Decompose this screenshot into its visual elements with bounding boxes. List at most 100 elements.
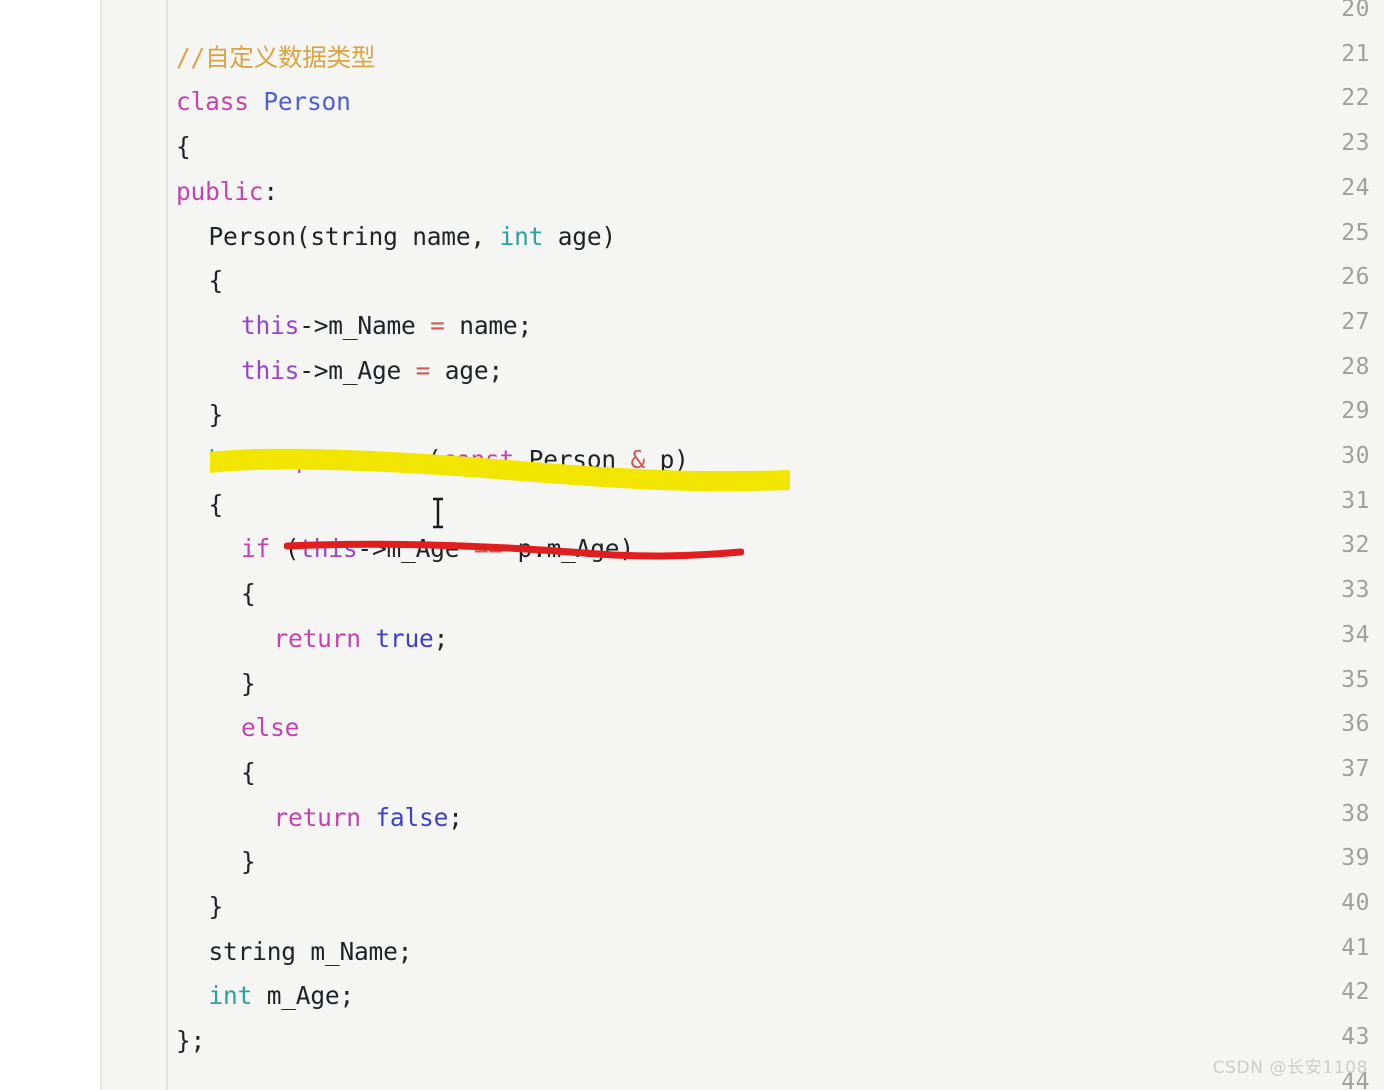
code-line[interactable]: return false; (273, 802, 463, 832)
code-line[interactable]: } (241, 668, 256, 698)
line-number: 36 (1341, 711, 1370, 738)
code-line[interactable]: public: (176, 176, 278, 206)
left-white-margin (0, 0, 100, 1090)
code-token: public (176, 176, 264, 206)
code-line[interactable]: class Person (176, 90, 351, 115)
code-token: true (375, 623, 434, 653)
code-token: } (241, 847, 256, 877)
code-token: p) (645, 445, 689, 474)
code-token: Person (514, 445, 631, 474)
code-token: this (241, 310, 300, 340)
code-line[interactable]: int m_Age; (209, 984, 355, 1009)
code-token: p.m_Age) (502, 534, 634, 564)
code-token: ( (426, 445, 442, 474)
code-token: false (375, 802, 449, 832)
line-number: 22 (1341, 85, 1370, 112)
code-token: return (273, 802, 362, 832)
code-token: string m_Name; (208, 936, 413, 966)
code-token: return (273, 623, 362, 653)
code-line[interactable]: bool operator==(const Person & p) (208, 445, 689, 474)
code-token: this (299, 534, 358, 564)
code-editor-screenshot: 20 21 22 23 24 25 26 27 28 29 30 31 32 33 34 35 36 37 38 39… (0, 0, 1384, 1090)
code-line[interactable]: { (176, 132, 191, 162)
code-line[interactable]: return true; (273, 623, 449, 653)
code-token: ->m_Age (299, 355, 416, 385)
code-token: Person(string name, (208, 221, 500, 251)
code-token: } (208, 892, 224, 921)
code-token: == (397, 445, 427, 474)
code-token: ; (448, 802, 463, 832)
code-token: = (430, 310, 445, 340)
code-line[interactable]: else (241, 715, 299, 741)
code-token: m_Age; (252, 981, 355, 1011)
code-line[interactable]: } (208, 892, 224, 921)
code-token: bool (208, 445, 267, 474)
line-number: 31 (1341, 487, 1370, 514)
code-token: }; (176, 1026, 206, 1056)
code-token: int (208, 981, 253, 1011)
code-line[interactable]: { (208, 489, 224, 519)
code-line[interactable]: } (241, 850, 256, 875)
code-token: ->m_Name (299, 310, 431, 340)
line-number: 39 (1341, 845, 1370, 872)
code-token: int (499, 221, 544, 251)
line-number: 34 (1341, 621, 1370, 648)
line-number: 38 (1341, 800, 1370, 827)
code-token: name; (444, 310, 533, 340)
code-line[interactable]: Person(string name, int age) (208, 221, 617, 251)
code-token: age; (430, 355, 503, 385)
line-number: 27 (1341, 308, 1370, 335)
code-line[interactable]: { (241, 757, 256, 787)
code-token: { (241, 757, 256, 787)
code-token: age) (543, 221, 616, 251)
code-line[interactable]: }; (176, 1026, 206, 1056)
code-token: { (241, 579, 256, 609)
code-line[interactable]: { (241, 579, 256, 609)
line-number: 23 (1341, 130, 1370, 157)
line-number: 26 (1341, 264, 1370, 291)
line-number: 32 (1341, 532, 1370, 559)
code-token: ->m_Age (357, 534, 474, 564)
line-number: 20 (1341, 0, 1370, 22)
code-token: { (208, 489, 224, 519)
code-token: & (630, 445, 646, 474)
code-token: this (241, 355, 300, 385)
code-line[interactable]: this->m_Age = age; (241, 355, 503, 385)
line-number: 33 (1341, 577, 1370, 604)
code-token: operator (281, 445, 398, 474)
line-number: 35 (1341, 666, 1370, 693)
code-token: } (241, 668, 256, 698)
code-token: = (415, 355, 431, 385)
code-token: if (241, 534, 271, 564)
code-line[interactable]: if (this->m_Age == p.m_Age) (241, 537, 634, 562)
code-line[interactable]: //自定义数据类型 (176, 42, 376, 72)
code-token: { (208, 266, 224, 296)
code-line[interactable]: } (209, 403, 224, 428)
code-token: == (473, 534, 503, 564)
code-token: { (176, 132, 191, 162)
code-line[interactable]: string m_Name; (208, 936, 413, 966)
line-number: 24 (1341, 174, 1370, 201)
code-token: } (208, 400, 224, 430)
line-number: 37 (1341, 755, 1370, 782)
code-token: class (176, 87, 264, 117)
code-token: ( (270, 534, 300, 564)
line-number: 30 (1341, 443, 1370, 469)
csdn-watermark: CSDN @长安1108 (1212, 1058, 1368, 1078)
code-token: ; (433, 623, 449, 653)
code-token: : (263, 176, 278, 206)
code-line[interactable]: { (208, 266, 224, 296)
code-token: //自定义数据类型 (176, 42, 376, 72)
code-line[interactable]: this->m_Name = name; (241, 310, 533, 340)
line-number-gutter (100, 0, 168, 1090)
line-number: 28 (1341, 353, 1370, 380)
line-number: 40 (1341, 890, 1370, 916)
code-token: const (441, 445, 515, 474)
line-number: 25 (1341, 219, 1370, 246)
line-number: 42 (1341, 979, 1370, 1006)
line-number: 21 (1341, 40, 1370, 67)
line-number: 41 (1341, 934, 1370, 961)
